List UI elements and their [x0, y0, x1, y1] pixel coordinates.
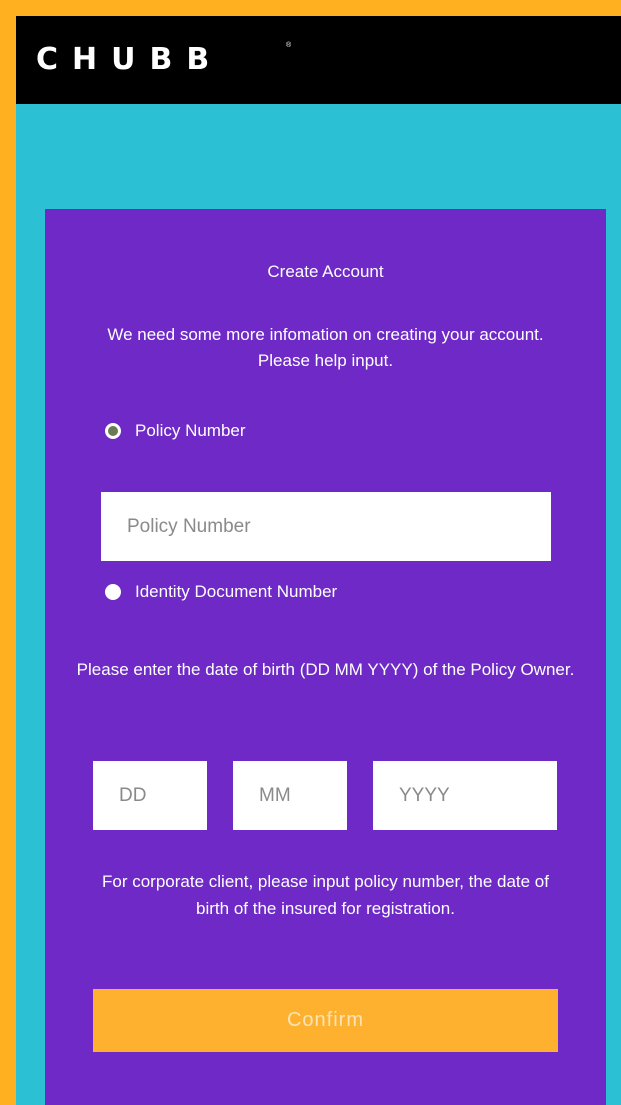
dob-year-input[interactable] — [373, 761, 557, 830]
confirm-button[interactable]: Confirm — [93, 989, 558, 1052]
dob-instruction: Please enter the date of birth (DD MM YY… — [76, 660, 575, 679]
page-title: Create Account — [267, 262, 384, 281]
dob-day-input[interactable] — [93, 761, 207, 830]
radio-option-policy-number[interactable]: Policy Number — [105, 420, 246, 442]
radio-unchecked-icon[interactable] — [105, 584, 121, 600]
intro-text: We need some more infomation on creating… — [107, 325, 544, 370]
app-root: { "header": { "logo_text": "CHUBB", "log… — [0, 0, 621, 1105]
chubb-logo: CHUBB — [36, 42, 224, 77]
radio-checked-icon[interactable] — [105, 423, 121, 439]
dob-month-input[interactable] — [233, 761, 347, 830]
app-header: CHUBB ® — [16, 16, 621, 104]
radio-label-identity-document: Identity Document Number — [135, 582, 338, 601]
radio-label-policy-number: Policy Number — [135, 421, 246, 440]
screen-frame: CHUBB ® Create Account We need some more… — [16, 16, 621, 1105]
corporate-client-note: For corporate client, please input polic… — [102, 872, 549, 918]
radio-option-identity-document[interactable]: Identity Document Number — [105, 581, 337, 603]
policy-number-input[interactable] — [101, 492, 551, 561]
create-account-card: Create Account We need some more infomat… — [45, 209, 606, 1105]
registered-mark: ® — [286, 42, 292, 49]
